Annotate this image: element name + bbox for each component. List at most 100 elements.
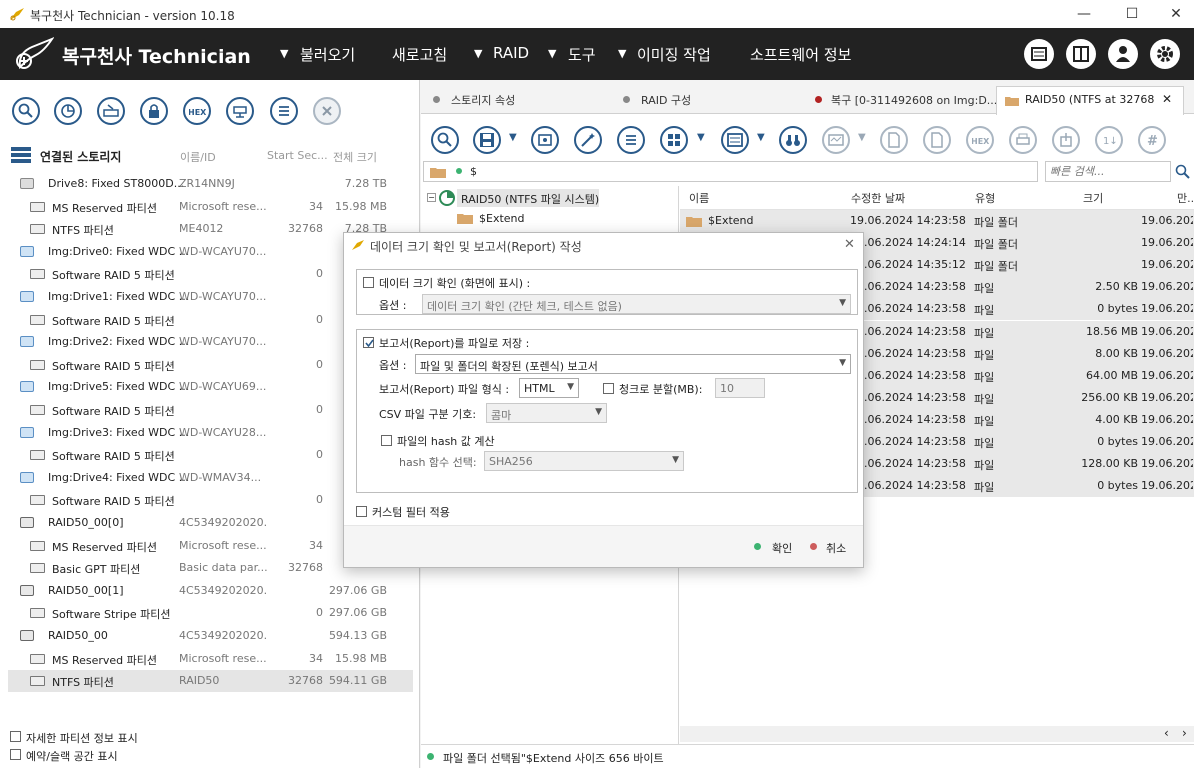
- dialog-close-button[interactable]: ✕: [844, 237, 855, 252]
- drive-image-button[interactable]: [97, 97, 125, 125]
- file-button[interactable]: [923, 126, 951, 154]
- collapse-toggle[interactable]: −: [427, 193, 436, 202]
- list-button[interactable]: [270, 97, 298, 125]
- account-button[interactable]: [1108, 39, 1138, 69]
- storage-row-start: 32768: [288, 561, 323, 575]
- panel-view-button[interactable]: [721, 126, 749, 154]
- tab-raid-config[interactable]: RAID 구성: [623, 88, 813, 114]
- export-button[interactable]: [1052, 126, 1080, 154]
- lock-button[interactable]: [140, 97, 168, 125]
- hex-view-button[interactable]: HEX: [966, 126, 994, 154]
- tree-root-node[interactable]: RAID50 (NTFS 파일 시스템): [457, 189, 599, 207]
- menu-raid[interactable]: RAID: [493, 44, 529, 62]
- close-window-button[interactable]: ✕: [1166, 4, 1186, 24]
- report-save-checkbox[interactable]: [363, 337, 374, 348]
- path-bar[interactable]: $: [423, 161, 1038, 182]
- storage-row[interactable]: Software Stripe 파티션 0 297.06 GB: [8, 602, 413, 624]
- hash-calc-checkbox[interactable]: [381, 435, 392, 446]
- scroll-left-icon[interactable]: ‹: [1164, 726, 1169, 740]
- connect-button[interactable]: [226, 97, 254, 125]
- column-total-size[interactable]: 전체 크기: [333, 149, 377, 165]
- sort-button[interactable]: 1↓: [1095, 126, 1123, 154]
- maximize-button[interactable]: ☐: [1122, 4, 1142, 24]
- storage-row-id: WD-WCAYU28...: [179, 425, 267, 439]
- tab-close-button[interactable]: ✕: [1162, 92, 1172, 106]
- recover-button[interactable]: [531, 126, 559, 154]
- custom-filter-checkbox[interactable]: [356, 506, 367, 517]
- hash-button[interactable]: #: [1138, 126, 1166, 154]
- quick-search-input[interactable]: [1045, 161, 1171, 182]
- storage-row[interactable]: Drive8: Fixed ST8000D... ZR14NN9J 7.28 TB: [8, 173, 413, 195]
- partition-icon: [30, 269, 45, 280]
- ntfs-volume-icon: [439, 190, 455, 206]
- wand-button[interactable]: [574, 126, 602, 154]
- search-storage-button[interactable]: [12, 97, 40, 125]
- column-created[interactable]: 만...: [1177, 190, 1194, 206]
- menu-about[interactable]: 소프트웨어 정보: [750, 44, 851, 65]
- file-settings-button[interactable]: [880, 126, 908, 154]
- partition-icon: [30, 405, 45, 415]
- menu-tools[interactable]: 도구: [568, 44, 596, 65]
- status-bar: 파일 폴더 선택됨"$Extend 사이즈 656 바이트: [421, 744, 1194, 768]
- column-size[interactable]: 크기: [1083, 190, 1103, 206]
- chevron-down-icon[interactable]: ▼: [697, 132, 705, 143]
- chevron-down-icon[interactable]: ▼: [757, 132, 765, 143]
- column-type[interactable]: 유형: [975, 190, 995, 206]
- hash-function-select[interactable]: SHA256 ▼: [484, 451, 684, 471]
- grid-view-button[interactable]: [660, 126, 688, 154]
- preview-button[interactable]: [822, 126, 850, 154]
- tree-child-node[interactable]: $Extend: [479, 212, 525, 225]
- close-storage-button[interactable]: [313, 97, 341, 125]
- grid-icon: [668, 134, 680, 146]
- horizontal-scrollbar[interactable]: ‹ ›: [680, 726, 1194, 742]
- menu-imaging[interactable]: 이미징 작업: [637, 44, 711, 65]
- menu-load[interactable]: 불러오기: [300, 44, 355, 65]
- settings-button[interactable]: [1150, 39, 1180, 69]
- tab-raid50-active[interactable]: RAID50 (NTFS at 32768 ... ✕: [996, 86, 1184, 115]
- app-window: 복구천사 Technician - version 10.18 — ☐ ✕ 복구…: [0, 0, 1194, 768]
- binoculars-button[interactable]: [779, 126, 807, 154]
- hex-view-button[interactable]: HEX: [183, 97, 211, 125]
- storage-row[interactable]: MS Reserved 파티션 Microsoft rese... 34 15.98 …: [8, 196, 413, 218]
- column-name[interactable]: 이름: [689, 190, 709, 206]
- storage-row[interactable]: MS Reserved 파티션 Microsoft rese... 34 15.98 …: [8, 648, 413, 670]
- size-check-checkbox[interactable]: [363, 277, 374, 288]
- size-check-option-select[interactable]: 데이터 크기 확인 (간단 체크, 테스트 없음) ▼: [422, 294, 851, 314]
- storage-row[interactable]: NTFS 파티션 RAID50 32768 594.11 GB: [8, 670, 413, 693]
- chevron-down-icon[interactable]: ▼: [858, 132, 866, 143]
- cancel-button[interactable]: 취소: [810, 538, 860, 556]
- slack-space-checkbox[interactable]: [10, 749, 21, 760]
- save-button[interactable]: [473, 126, 501, 154]
- column-id[interactable]: 이름/ID: [180, 149, 216, 165]
- storage-row-name: Software RAID 5 파티션: [52, 405, 175, 418]
- report-option-select[interactable]: 파일 및 폴더의 확장된 (포렌식) 보고서 ▼: [415, 354, 851, 374]
- chunk-split-checkbox[interactable]: [603, 383, 614, 394]
- recover-drive-icon: [538, 134, 552, 146]
- preferences-panel-button[interactable]: [1024, 39, 1054, 69]
- detail-partition-checkbox[interactable]: [10, 731, 21, 742]
- print-button[interactable]: [1009, 126, 1037, 154]
- find-button[interactable]: [431, 126, 459, 154]
- file-row[interactable]: $Extend 19.06.2024 14:23:58 파일 폴더 19.06.202…: [680, 210, 1194, 232]
- chevron-down-icon[interactable]: ▼: [509, 132, 517, 143]
- csv-delimiter-select[interactable]: 콤마 ▼: [486, 403, 607, 423]
- disk-scan-button[interactable]: [54, 97, 82, 125]
- menu-refresh[interactable]: 새로고침: [392, 44, 447, 65]
- file-size: 0 bytes: [1097, 435, 1138, 448]
- ok-button[interactable]: 확인: [754, 538, 804, 556]
- magnifier-icon: [18, 103, 33, 118]
- minimize-button[interactable]: —: [1074, 4, 1094, 24]
- storage-row[interactable]: RAID50_00[1] 4C5349202020... 297.06 GB: [8, 580, 413, 602]
- list-view-button[interactable]: [617, 126, 645, 154]
- layout-button[interactable]: [1066, 39, 1096, 69]
- tab-storage-properties[interactable]: 스토리지 속성: [433, 88, 623, 114]
- tab-recovery[interactable]: 복구 [0-311492608 on Img:D...: [815, 88, 1003, 114]
- path-status-dot: [456, 168, 462, 174]
- column-modified[interactable]: 수정한 날짜: [851, 190, 905, 206]
- search-icon[interactable]: [1175, 164, 1191, 180]
- report-format-select[interactable]: HTML ▼: [519, 378, 579, 398]
- storage-row[interactable]: RAID50_00 4C5349202020... 594.13 GB: [8, 625, 413, 647]
- scroll-right-icon[interactable]: ›: [1182, 726, 1187, 740]
- column-start-sector[interactable]: Start Sec...: [267, 149, 328, 162]
- chunk-size-input[interactable]: 10: [715, 378, 765, 398]
